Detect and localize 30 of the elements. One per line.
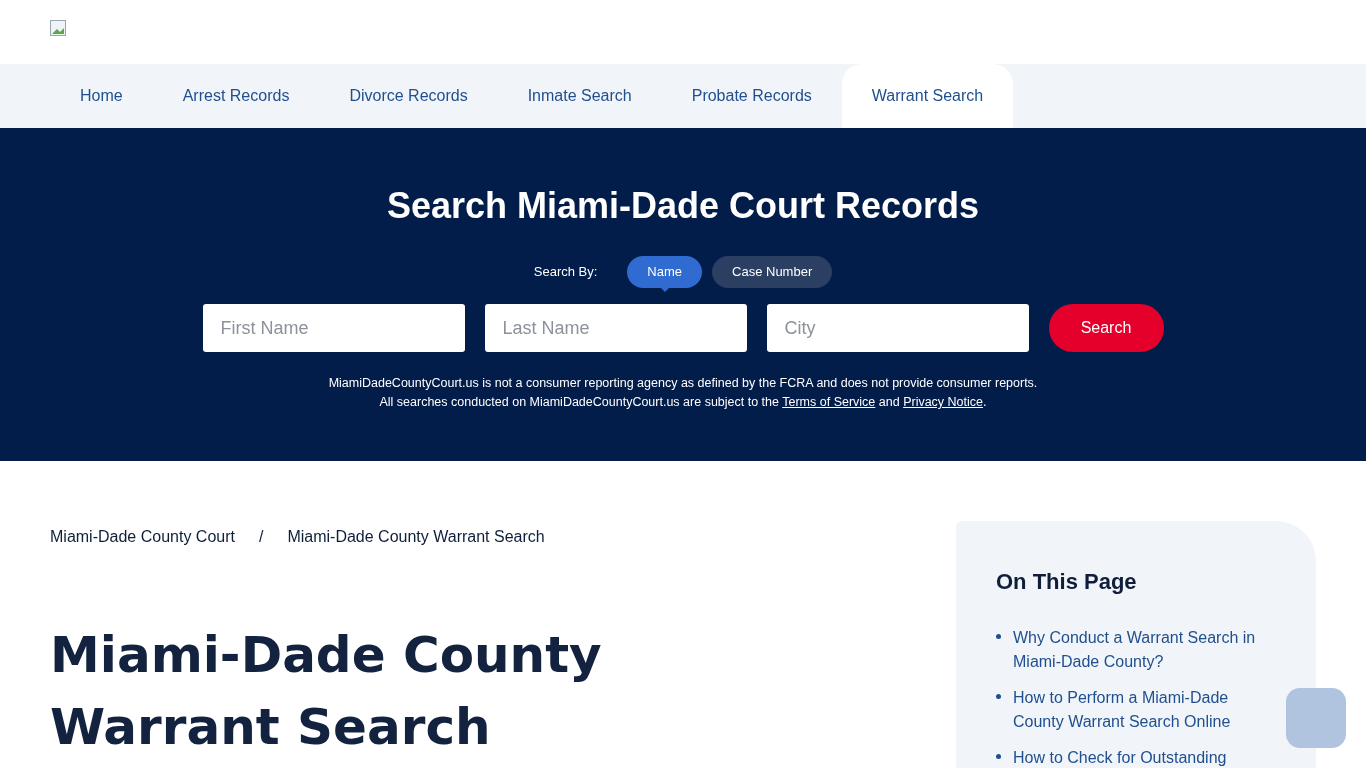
nav-tab[interactable]: Inmate Search — [497, 64, 662, 128]
search-by-option[interactable]: Case Number — [712, 256, 833, 288]
hero-title: Search Miami-Dade Court Records — [386, 184, 980, 228]
nav-tab[interactable]: Arrest Records — [152, 64, 320, 128]
disclaimer-text: MiamiDadeCountyCourt.us is not a consumer reporting agency as defined by the FCRA and does not provide consumer reports. — [328, 375, 1038, 392]
page-title: Miami-Dade County Warrant Search — [50, 625, 603, 758]
nav-tab[interactable]: Home — [50, 64, 153, 128]
nav-tab[interactable]: Warrant Search — [841, 64, 1014, 128]
nav-tab[interactable]: Probate Records — [661, 64, 842, 128]
disclaimer-text: All searches conducted on MiamiDadeCountyCourt.us are subject to the Terms of Service and Privacy Notice. — [379, 394, 987, 411]
bullet-icon — [996, 634, 1001, 639]
policy-link[interactable]: Privacy Notice — [903, 395, 984, 409]
toc-title: On This Page — [996, 568, 1138, 596]
bullet-icon — [996, 694, 1001, 699]
toc-link[interactable]: How to Perform a Miami-Dade County Warrant Search Online — [1013, 686, 1276, 734]
nav-tab[interactable]: Divorce Records — [319, 64, 498, 128]
breadcrumb-separator: / — [258, 527, 264, 547]
broken-image-icon — [50, 20, 66, 36]
floating-button[interactable] — [1286, 688, 1346, 748]
input-field[interactable]: City — [766, 304, 1029, 352]
policy-link[interactable]: Terms of Service — [782, 395, 876, 409]
toc-link[interactable]: Why Conduct a Warrant Search in Miami-Dade County? — [1013, 626, 1276, 674]
search-by-label: Search By: — [533, 263, 598, 282]
breadcrumb-link[interactable]: Miami-Dade County Court — [50, 525, 235, 549]
toc-link[interactable]: How to Check for Outstanding — [1013, 746, 1227, 768]
input-field[interactable]: Last Name — [484, 304, 747, 352]
search-button[interactable]: Search — [1048, 304, 1164, 352]
input-field[interactable]: First Name — [202, 304, 465, 352]
breadcrumb-link[interactable]: Miami-Dade County Warrant Search — [287, 525, 545, 549]
bullet-icon — [996, 754, 1001, 759]
